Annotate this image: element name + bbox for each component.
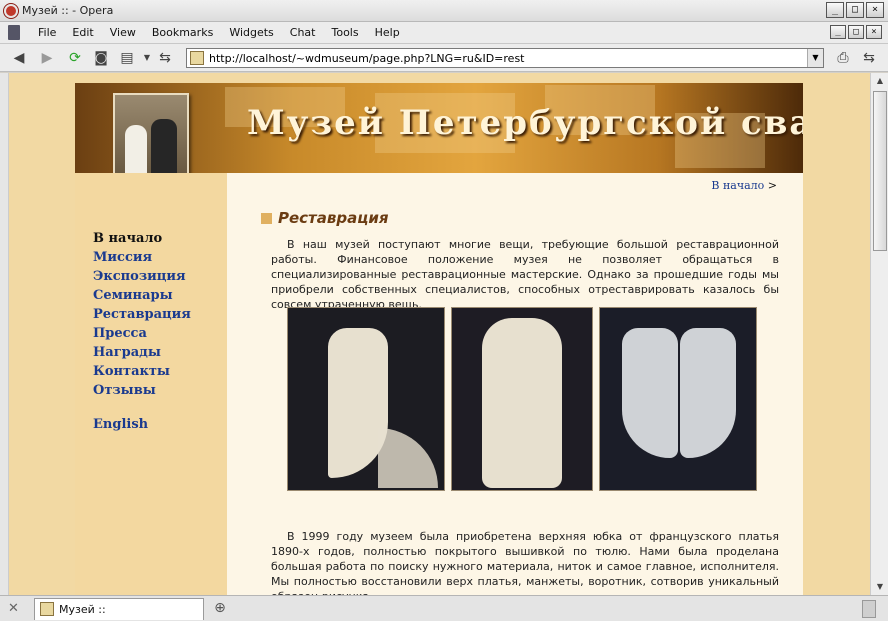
new-tab-icon[interactable]: ⊕ xyxy=(212,600,228,616)
main-nav: В начало Миссия Экспозиция Семинары Рест… xyxy=(93,229,191,434)
heading-square-icon xyxy=(261,212,272,224)
breadcrumb: В начало > xyxy=(711,179,777,192)
camera-icon[interactable]: ◙ xyxy=(92,49,110,67)
opera-icon xyxy=(4,4,18,18)
vertical-scrollbar[interactable]: ▲ ▼ xyxy=(870,73,888,595)
scroll-up-icon[interactable]: ▲ xyxy=(871,73,888,89)
nav-reviews[interactable]: Отзывы xyxy=(93,381,191,400)
nav-restoration[interactable]: Реставрация xyxy=(93,305,191,324)
scrollbar-thumb[interactable] xyxy=(873,91,887,251)
menu: File Edit View Bookmarks Widgets Chat To… xyxy=(30,26,408,39)
intro-paragraph: В наш музей поступают многие вещи, требу… xyxy=(271,238,779,311)
reload-icon[interactable]: ⟳ xyxy=(66,49,84,67)
favicon-icon xyxy=(190,51,204,65)
transfers-icon[interactable]: ⇆ xyxy=(156,49,174,67)
nav-exposition[interactable]: Экспозиция xyxy=(93,267,191,286)
site-title: Музей Петербургской свадьбы xyxy=(247,103,803,143)
navigation-toolbar: ◀ ▶ ⟳ ◙ ▤ ▼ ⇆ http://localhost/~wdmuseum… xyxy=(0,44,888,72)
tab-favicon-icon xyxy=(40,602,54,616)
maximize-button[interactable]: □ xyxy=(846,2,864,18)
address-dropdown-icon[interactable]: ▼ xyxy=(807,49,823,67)
page-heading: Реставрация xyxy=(261,209,389,227)
menu-tools[interactable]: Tools xyxy=(324,26,367,39)
menu-chat[interactable]: Chat xyxy=(282,26,324,39)
nav-seminars[interactable]: Семинары xyxy=(93,286,191,305)
trash-icon[interactable] xyxy=(862,600,876,618)
restoration-paragraph: В 1999 году музеем была приобретена верх… xyxy=(271,530,779,595)
menu-file[interactable]: File xyxy=(30,26,64,39)
sidebar: В начало Миссия Экспозиция Семинары Рест… xyxy=(75,173,227,595)
window-title: Музей :: - Opera xyxy=(22,4,114,17)
page-viewport: Музей Петербургской свадьбы В начало Мис… xyxy=(9,73,870,595)
page-title: Реставрация xyxy=(278,209,389,227)
main-content: В начало > Реставрация В наш музей посту… xyxy=(227,173,803,595)
panel-icon[interactable]: ⇆ xyxy=(860,49,878,67)
dress-photo-1 xyxy=(287,307,445,491)
breadcrumb-separator: > xyxy=(767,179,777,192)
tab-title: Музей :: xyxy=(59,603,106,616)
nav-home[interactable]: В начало xyxy=(93,229,191,248)
back-icon[interactable]: ◀ xyxy=(10,49,28,67)
chevron-down-icon[interactable]: ▼ xyxy=(138,49,156,67)
menu-bar: File Edit View Bookmarks Widgets Chat To… xyxy=(0,22,888,44)
web-page: Музей Петербургской свадьбы В начало Мис… xyxy=(75,83,803,595)
menu-view[interactable]: View xyxy=(102,26,144,39)
dress-photo-2 xyxy=(451,307,593,491)
print-icon[interactable]: ⎙ xyxy=(834,49,852,67)
page-restore-button[interactable]: □ xyxy=(848,25,864,39)
page-icon[interactable]: ▤ xyxy=(118,49,136,67)
menu-bookmarks[interactable]: Bookmarks xyxy=(144,26,221,39)
url-text[interactable]: http://localhost/~wdmuseum/page.php?LNG=… xyxy=(209,52,525,65)
page-minimize-button[interactable]: _ xyxy=(830,25,846,39)
title-bar: Музей :: - Opera _ □ × xyxy=(0,0,888,22)
forward-icon[interactable]: ▶ xyxy=(38,49,56,67)
document-icon[interactable] xyxy=(8,25,20,40)
panel-toggle[interactable] xyxy=(0,73,9,595)
nav-contacts[interactable]: Контакты xyxy=(93,362,191,381)
page-close-button[interactable]: × xyxy=(866,25,882,39)
nav-mission[interactable]: Миссия xyxy=(93,248,191,267)
lace-collar-photo xyxy=(599,307,757,491)
tab-bar: ✕ Музей :: ⊕ xyxy=(0,595,888,621)
tab-item[interactable]: Музей :: xyxy=(34,598,204,620)
scroll-down-icon[interactable]: ▼ xyxy=(871,579,888,595)
window-controls: _ □ × xyxy=(826,2,884,18)
tools-icon[interactable]: ✕ xyxy=(8,601,24,617)
menu-help[interactable]: Help xyxy=(367,26,408,39)
page-window-controls: _ □ × xyxy=(830,25,882,39)
address-bar[interactable]: http://localhost/~wdmuseum/page.php?LNG=… xyxy=(186,48,824,68)
nav-awards[interactable]: Награды xyxy=(93,343,191,362)
menu-widgets[interactable]: Widgets xyxy=(221,26,281,39)
nav-english[interactable]: English xyxy=(93,415,191,434)
minimize-button[interactable]: _ xyxy=(826,2,844,18)
menu-edit[interactable]: Edit xyxy=(64,26,101,39)
close-button[interactable]: × xyxy=(866,2,884,18)
breadcrumb-home-link[interactable]: В начало xyxy=(711,179,764,192)
nav-press[interactable]: Пресса xyxy=(93,324,191,343)
